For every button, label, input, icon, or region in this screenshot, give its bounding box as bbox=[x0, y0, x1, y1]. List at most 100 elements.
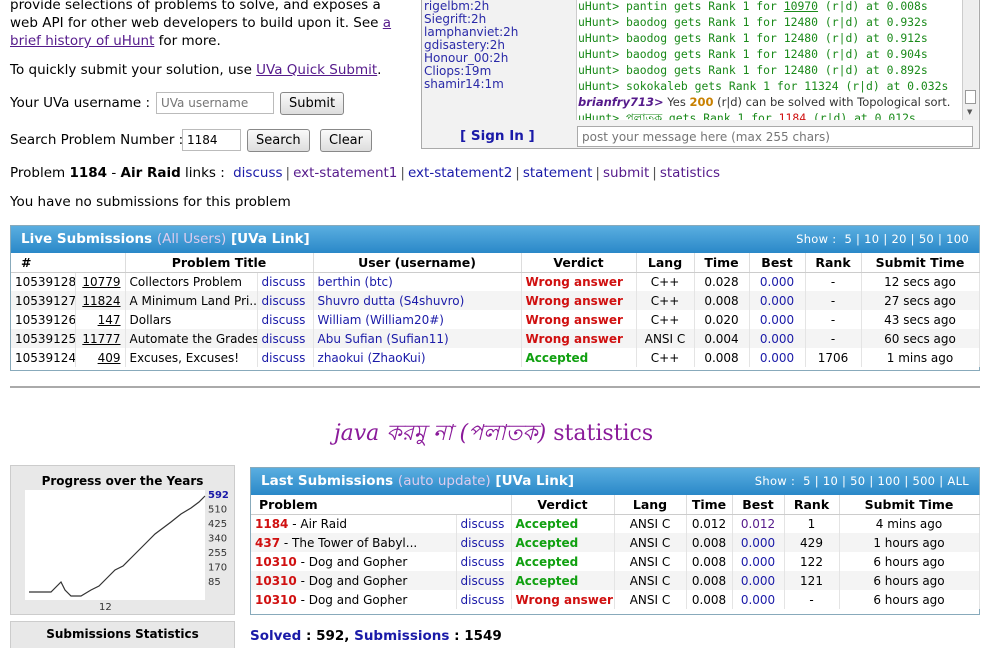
problem-cell: 10310 - Dog and Gopher bbox=[251, 552, 457, 571]
problem-id-link[interactable]: 11777 bbox=[75, 329, 126, 348]
table-row: 10310 - Dog and Gopher discuss Accepted ANS… bbox=[251, 571, 980, 590]
discuss-link[interactable]: discuss bbox=[456, 590, 512, 609]
discuss-link[interactable]: discuss bbox=[257, 348, 314, 367]
lang: ANSI C bbox=[614, 533, 687, 552]
problem-id-link[interactable]: 11824 bbox=[75, 291, 126, 310]
user-link[interactable]: Abu Sufian (Sufian11) bbox=[313, 329, 522, 348]
clear-button[interactable]: Clear bbox=[320, 129, 372, 152]
problem-id-link[interactable]: 147 bbox=[75, 310, 126, 329]
chat-text: (r|d) can be solved with Topological sor… bbox=[713, 95, 951, 109]
quick-submit-link[interactable]: UVa Quick Submit bbox=[256, 62, 377, 78]
discuss-link[interactable]: discuss bbox=[456, 514, 512, 533]
problem-number-link[interactable]: 1184 bbox=[255, 517, 288, 531]
problem-number-input[interactable] bbox=[182, 129, 241, 151]
best-time[interactable]: 0.000 bbox=[732, 533, 785, 552]
link-ext-statement2[interactable]: ext-statement2 bbox=[408, 165, 512, 181]
show-20[interactable]: 20 bbox=[891, 232, 906, 246]
live-submissions-panel: Live Submissions (All Users) [UVa Link] … bbox=[10, 225, 980, 371]
scroll-thumb[interactable] bbox=[965, 90, 976, 104]
best-time[interactable]: 0.000 bbox=[749, 310, 806, 329]
last-show-all[interactable]: ALL bbox=[947, 474, 969, 488]
submit-time: 1 mins ago bbox=[861, 348, 980, 367]
problem-id-link[interactable]: 10779 bbox=[75, 272, 126, 291]
user-link[interactable]: William (William20#) bbox=[313, 310, 522, 329]
last-show-50[interactable]: 50 bbox=[850, 474, 865, 488]
best-time[interactable]: 0.000 bbox=[749, 348, 806, 367]
chat-message-input[interactable] bbox=[577, 126, 973, 147]
discuss-link[interactable]: discuss bbox=[257, 291, 314, 310]
best-time[interactable]: 0.000 bbox=[732, 571, 785, 590]
discuss-link[interactable]: discuss bbox=[257, 310, 314, 329]
problem-number-link[interactable]: 10310 bbox=[255, 593, 297, 607]
problem-links-label: links : bbox=[180, 165, 225, 181]
problem-number-link[interactable]: 437 bbox=[255, 536, 280, 550]
last-show-100[interactable]: 100 bbox=[878, 474, 901, 488]
discuss-link[interactable]: discuss bbox=[257, 329, 314, 348]
discuss-link[interactable]: discuss bbox=[456, 533, 512, 552]
chat-log[interactable]: uHunt> pantin gets Rank 1 for 10970 (r|d… bbox=[576, 0, 964, 120]
link-statistics[interactable]: statistics bbox=[660, 165, 720, 181]
username-input[interactable] bbox=[156, 92, 274, 114]
best-time[interactable]: 0.000 bbox=[749, 272, 806, 291]
search-button[interactable]: Search bbox=[247, 129, 310, 152]
link-ext-statement1[interactable]: ext-statement1 bbox=[293, 165, 397, 181]
user-link[interactable]: Shuvro dutta (S4shuvro) bbox=[313, 291, 522, 310]
chat-text: (r|d) at 0.932s bbox=[824, 15, 928, 29]
rank: - bbox=[805, 291, 862, 310]
show-5[interactable]: 5 bbox=[844, 232, 852, 246]
last-show-5[interactable]: 5 bbox=[803, 474, 811, 488]
run-time: 0.008 bbox=[686, 590, 733, 609]
table-row: 10539126 147 Dollars discuss William (Willia… bbox=[11, 310, 980, 329]
rank: - bbox=[805, 310, 862, 329]
show-50[interactable]: 50 bbox=[919, 232, 934, 246]
submission-id: 10539127 bbox=[11, 291, 76, 310]
verdict: Wrong answer bbox=[521, 329, 637, 348]
chat-problem-link[interactable]: 1184 bbox=[779, 111, 806, 120]
best-time[interactable]: 0.012 bbox=[732, 514, 785, 533]
problem-prefix: Problem bbox=[10, 165, 70, 181]
submission-id: 10539125 bbox=[11, 329, 76, 348]
table-row: 10539125 11777 Automate the Grades discuss A… bbox=[11, 329, 980, 348]
submit-time: 60 secs ago bbox=[861, 329, 980, 348]
problem-number-link[interactable]: 10310 bbox=[255, 574, 297, 588]
show-100[interactable]: 100 bbox=[946, 232, 969, 246]
online-user[interactable]: shamir14:1m bbox=[424, 78, 574, 91]
problem-cell: 1184 - Air Raid bbox=[251, 514, 457, 533]
problem-cell: 10310 - Dog and Gopher bbox=[251, 590, 457, 609]
progress-chart: 592 510 425 340 255 170 85 12 bbox=[25, 490, 229, 613]
live-uva-link[interactable]: [UVa Link] bbox=[231, 231, 310, 247]
discuss-link[interactable]: discuss bbox=[257, 272, 314, 291]
last-show-10[interactable]: 10 bbox=[823, 474, 838, 488]
submit-time: 6 hours ago bbox=[839, 571, 980, 590]
chat-text: Yes bbox=[663, 95, 690, 109]
chat-text: (r|d) at 0.904s bbox=[824, 47, 928, 61]
problem-id-link[interactable]: 409 bbox=[75, 348, 126, 367]
online-users-list: rigelbm:2h Siegrift:2h lamphanviet:2h gdisa… bbox=[424, 0, 574, 91]
last-submissions-header: Last Submissions (auto update) [UVa Link… bbox=[251, 468, 979, 495]
discuss-link[interactable]: discuss bbox=[456, 552, 512, 571]
link-submit[interactable]: submit bbox=[603, 165, 649, 181]
table-row: 10539127 11824 A Minimum Land Pri... discus… bbox=[11, 291, 980, 310]
discuss-link[interactable]: discuss bbox=[456, 571, 512, 590]
user-name: java করমু না (পলাতক) bbox=[333, 421, 547, 446]
sign-in-link[interactable]: [ Sign In ] bbox=[460, 128, 535, 144]
chat-scrollbar[interactable]: ▼ bbox=[962, 0, 978, 120]
problem-number-link[interactable]: 10310 bbox=[255, 555, 297, 569]
best-time[interactable]: 0.000 bbox=[749, 329, 806, 348]
submit-button[interactable]: Submit bbox=[280, 92, 345, 115]
best-time[interactable]: 0.000 bbox=[732, 552, 785, 571]
last-show-500[interactable]: 500 bbox=[912, 474, 935, 488]
link-statement[interactable]: statement bbox=[523, 165, 593, 181]
verdict: Wrong answer bbox=[521, 310, 637, 329]
chat-problem-link[interactable]: 10970 bbox=[784, 0, 818, 13]
link-discuss[interactable]: discuss bbox=[233, 165, 282, 181]
best-time[interactable]: 0.000 bbox=[749, 291, 806, 310]
last-uva-link[interactable]: [UVa Link] bbox=[495, 473, 574, 489]
scroll-down-icon[interactable]: ▼ bbox=[967, 108, 972, 116]
best-time[interactable]: 0.000 bbox=[732, 590, 785, 609]
chat-text: (r|d) at 0.912s bbox=[824, 31, 928, 45]
show-10[interactable]: 10 bbox=[864, 232, 879, 246]
user-link[interactable]: zhaokui (ZhaoKui) bbox=[313, 348, 522, 367]
user-link[interactable]: berthin (btc) bbox=[313, 272, 522, 291]
y-tick-label: 510 bbox=[208, 505, 227, 516]
